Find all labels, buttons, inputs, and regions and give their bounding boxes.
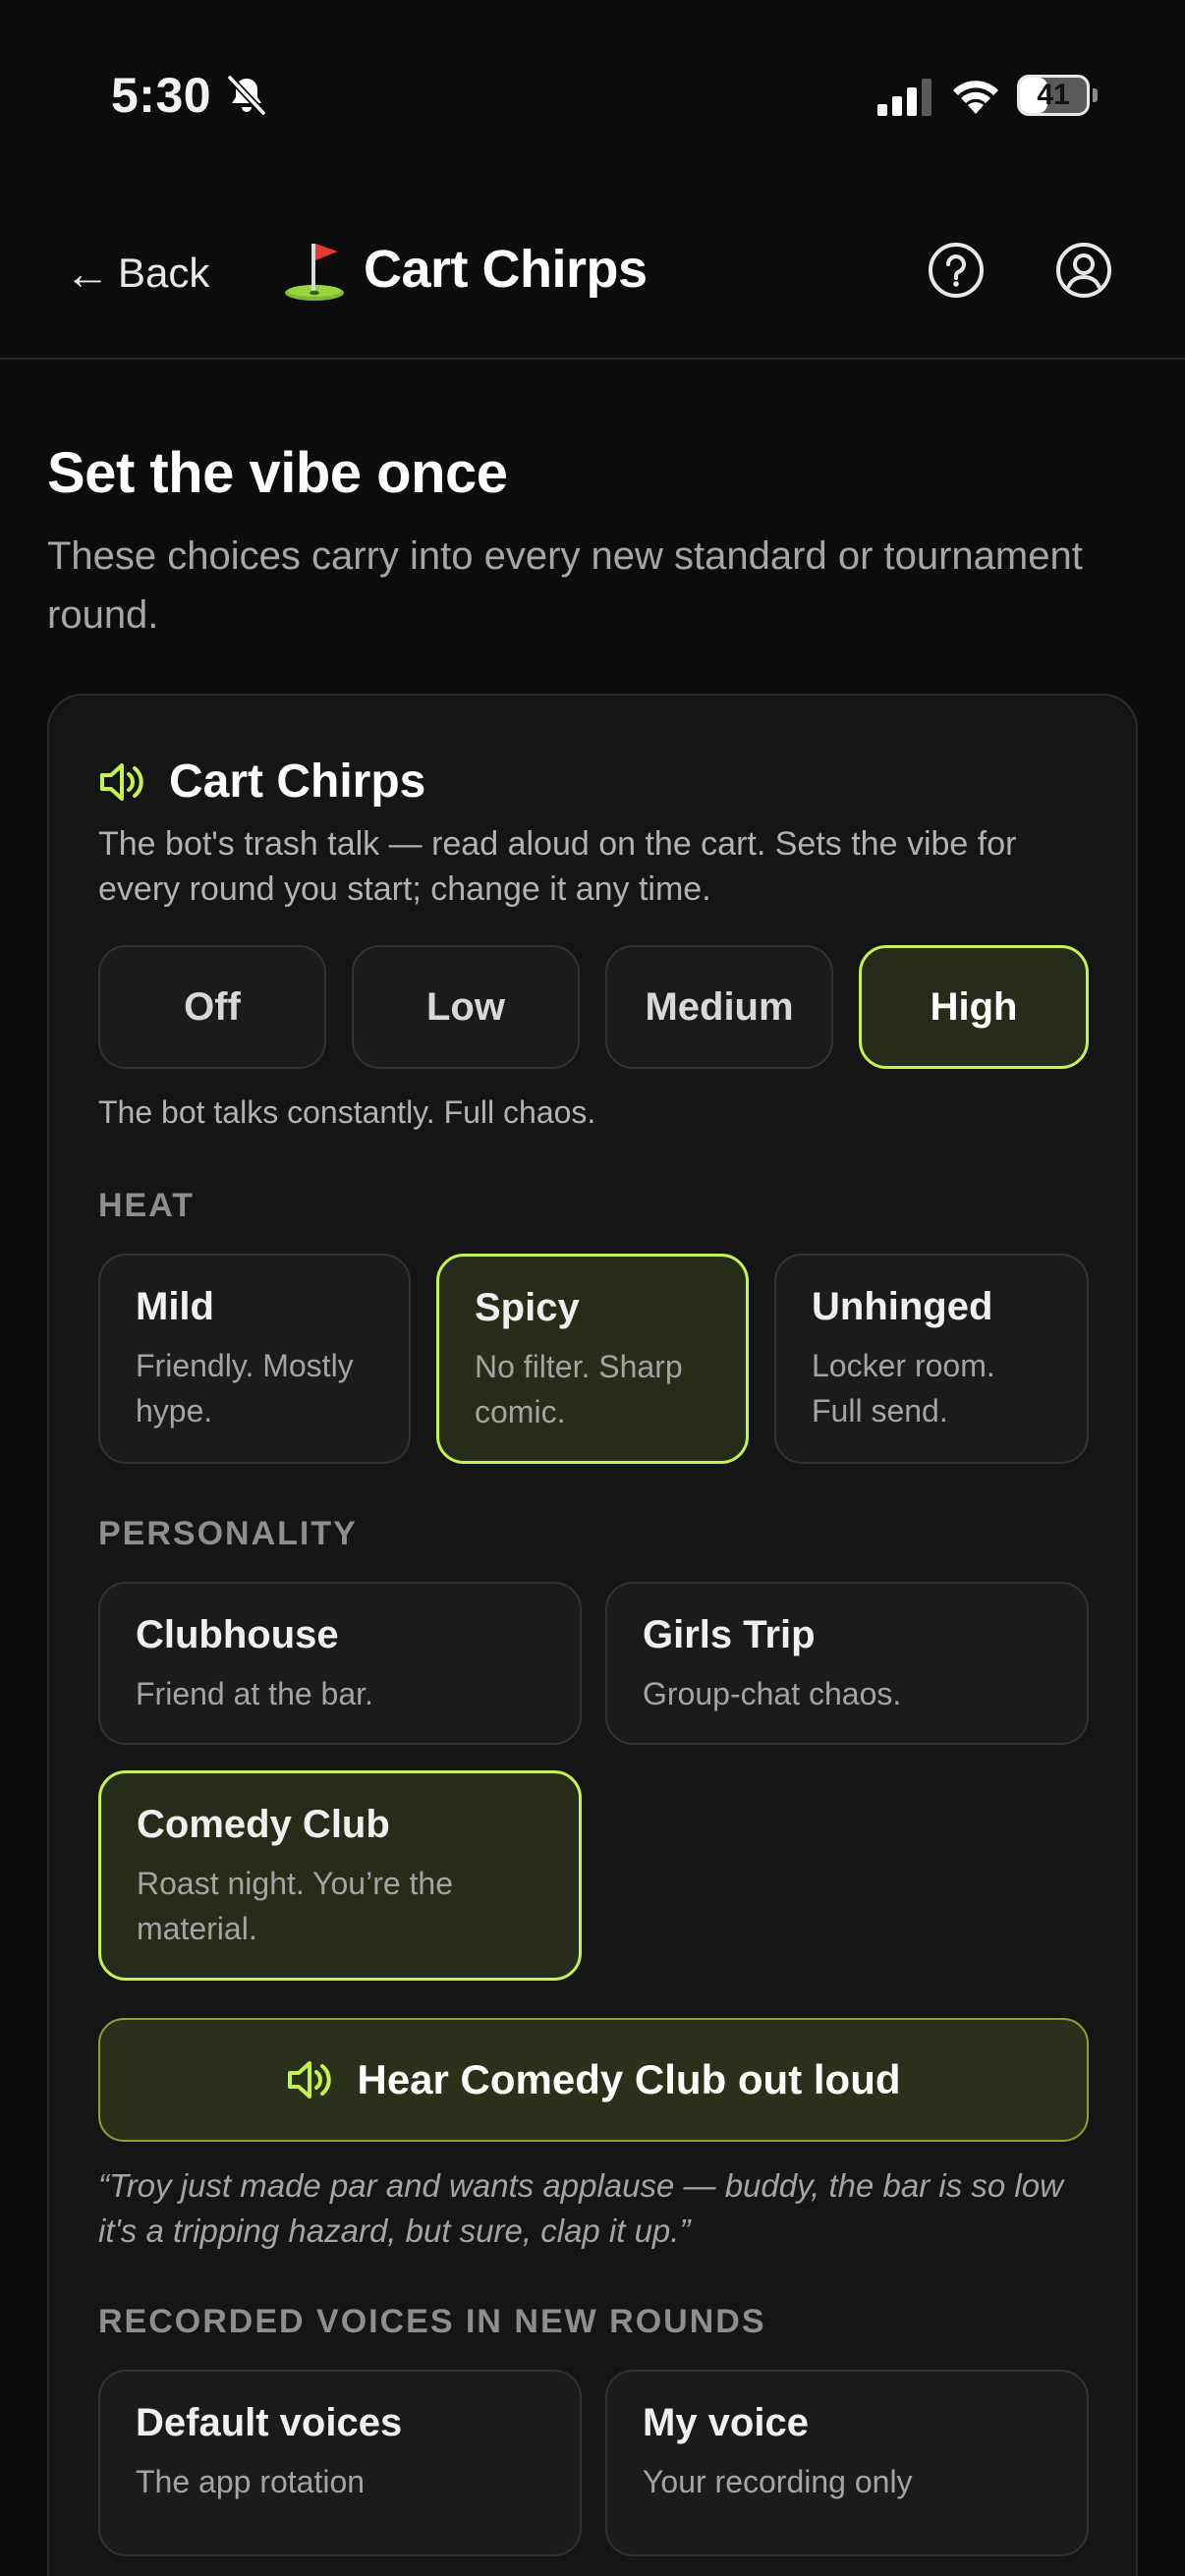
level-description: The bot talks constantly. Full chaos. xyxy=(98,1094,596,1130)
speaker-icon xyxy=(100,762,143,801)
recorded-voices-label: RECORDED VOICES IN NEW ROUNDS xyxy=(98,2303,766,2340)
cellular-signal-icon xyxy=(877,79,931,116)
card-description: The bot's trash talk — read aloud on the… xyxy=(98,825,1017,908)
section-heading: Set the vibe once xyxy=(47,441,508,505)
option-desc: No filter. Sharp comic. xyxy=(475,1349,683,1429)
personality-label: PERSONALITY xyxy=(98,1515,358,1552)
option-title: Comedy Club xyxy=(137,1803,390,1846)
voice-option-my-voice[interactable]: My voice Your recording only xyxy=(605,2370,1089,2556)
bell-muted-icon xyxy=(226,74,267,117)
option-title: Spicy xyxy=(475,1286,580,1329)
sample-quote: “Troy just made par and wants applause —… xyxy=(98,2167,1063,2249)
heat-option-mild[interactable]: Mild Friendly. Mostly hype. xyxy=(98,1254,411,1464)
level-low-button[interactable]: Low xyxy=(352,945,580,1069)
app-title-text: Cart Chirps xyxy=(364,240,648,299)
hear-button-label: Hear Comedy Club out loud xyxy=(357,2056,901,2102)
personality-option-comedy-club[interactable]: Comedy Club Roast night. You’re the mate… xyxy=(98,1770,582,1981)
option-desc: The app rotation xyxy=(136,2464,366,2499)
chirp-level-selector: Off Low Medium High xyxy=(98,945,1089,1069)
option-title: Clubhouse xyxy=(136,1613,339,1656)
option-title: My voice xyxy=(643,2401,809,2444)
help-icon[interactable] xyxy=(928,242,985,299)
option-desc: Roast night. You’re the material. xyxy=(137,1866,454,1946)
option-desc: Friendly. Mostly hype. xyxy=(136,1348,354,1428)
back-label: Back xyxy=(118,250,210,296)
option-title: Unhinged xyxy=(812,1285,993,1328)
status-time: 5:30 xyxy=(111,68,212,123)
voice-option-default[interactable]: Default voices The app rotation xyxy=(98,2370,582,2556)
personality-option-girls-trip[interactable]: Girls Trip Group-chat chaos. xyxy=(605,1582,1089,1745)
back-button[interactable]: ← Back xyxy=(65,244,209,303)
cart-chirps-card: Cart Chirps The bot's trash talk — read … xyxy=(47,694,1138,2576)
option-title: Default voices xyxy=(136,2401,403,2444)
golf-flag-icon xyxy=(285,244,344,301)
personality-option-clubhouse[interactable]: Clubhouse Friend at the bar. xyxy=(98,1582,582,1745)
option-title: Mild xyxy=(136,1285,214,1328)
option-title: Girls Trip xyxy=(643,1613,816,1656)
speaker-icon xyxy=(288,2061,332,2099)
level-medium-button[interactable]: Medium xyxy=(605,945,833,1069)
option-desc: Friend at the bar. xyxy=(136,1676,373,1711)
page-title: Cart Chirps xyxy=(281,236,648,303)
profile-icon[interactable] xyxy=(1055,242,1112,299)
heat-label: HEAT xyxy=(98,1187,196,1224)
top-bar: ← Back Cart Chirps xyxy=(0,187,1185,360)
battery-icon: 41 xyxy=(1017,75,1098,116)
option-desc: Group-chat chaos. xyxy=(643,1676,902,1711)
heat-option-spicy[interactable]: Spicy No filter. Sharp comic. xyxy=(436,1254,749,1464)
hear-out-loud-button[interactable]: Hear Comedy Club out loud xyxy=(98,2018,1089,2142)
option-desc: Locker room. Full send. xyxy=(812,1348,995,1428)
back-arrow-icon: ← xyxy=(65,248,110,299)
card-title: Cart Chirps xyxy=(169,756,426,808)
level-off-button[interactable]: Off xyxy=(98,945,326,1069)
option-desc: Your recording only xyxy=(643,2464,913,2499)
card-header: Cart Chirps xyxy=(98,755,425,809)
wifi-icon xyxy=(953,81,998,114)
battery-percent: 41 xyxy=(1037,79,1070,111)
section-subtitle: These choices carry into every new stand… xyxy=(47,534,1083,637)
heat-option-unhinged[interactable]: Unhinged Locker room. Full send. xyxy=(774,1254,1089,1464)
status-bar: 5:30 41 xyxy=(0,0,1185,187)
level-high-button[interactable]: High xyxy=(859,945,1089,1069)
